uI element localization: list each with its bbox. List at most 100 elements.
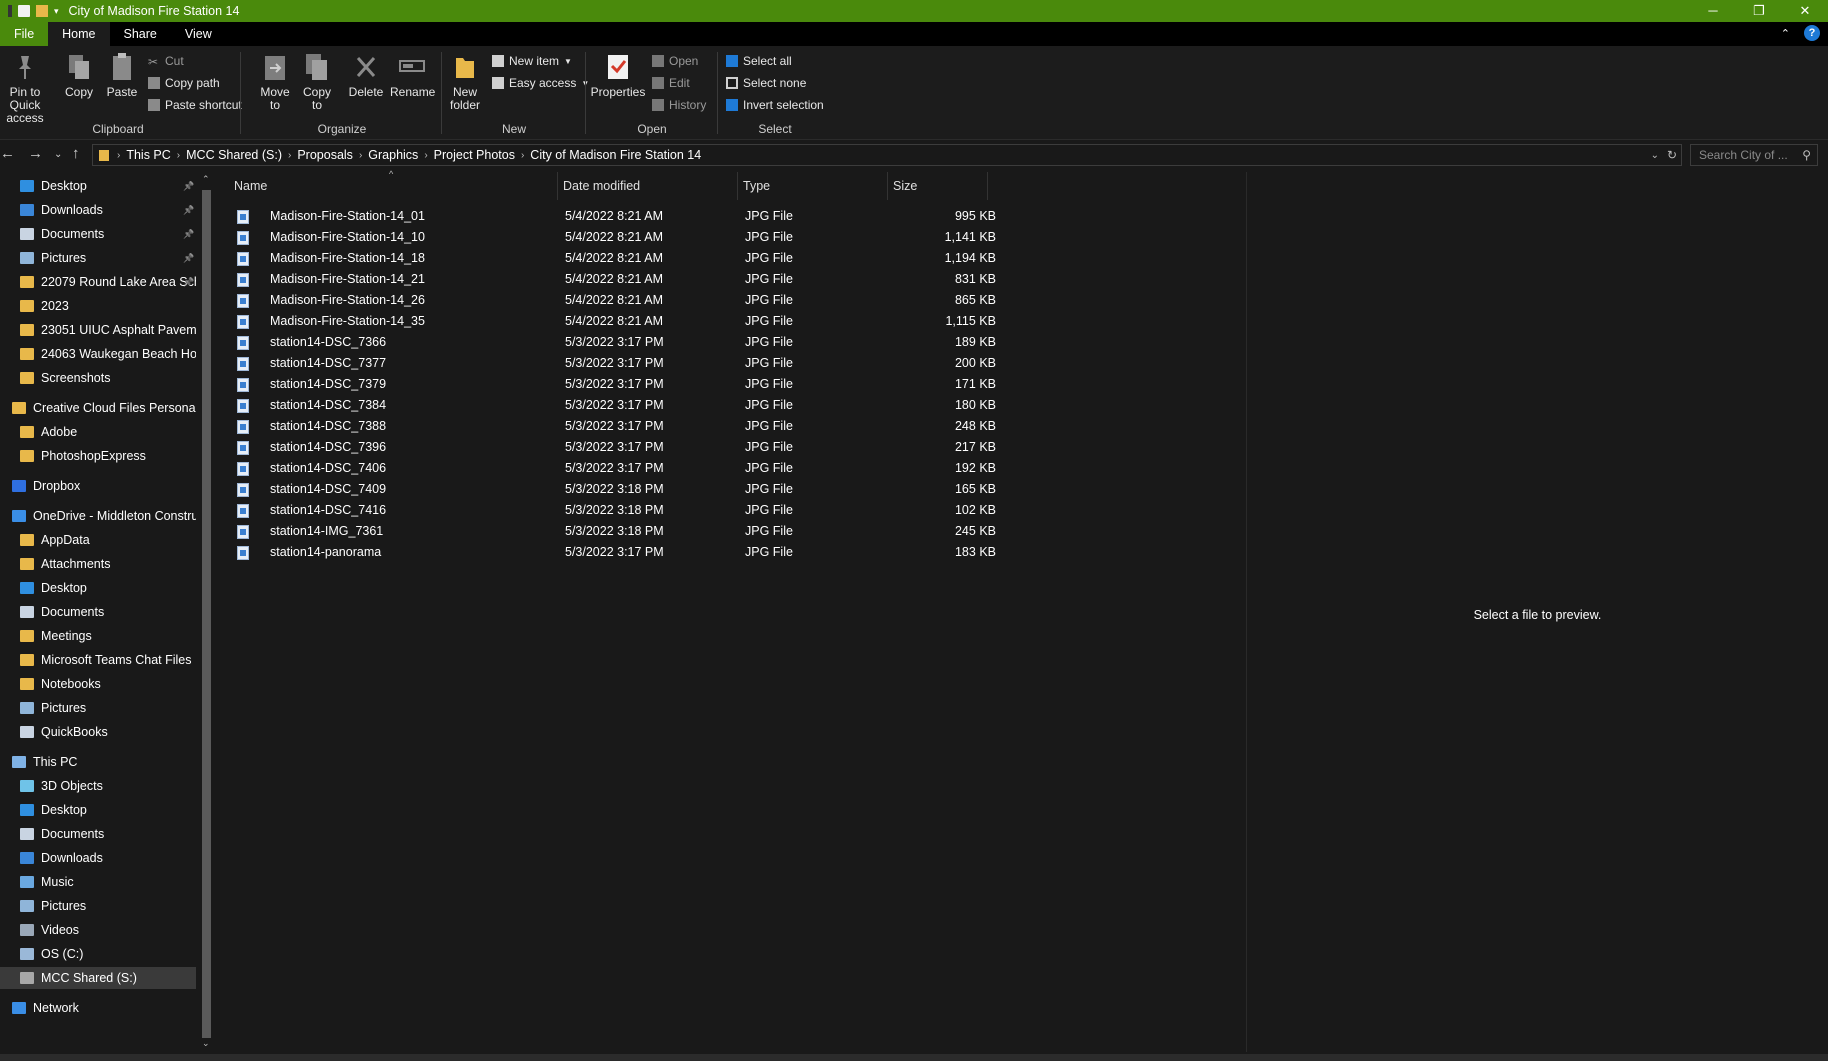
column-divider[interactable] [987, 172, 988, 200]
sidebar-item-adobe[interactable]: Adobe [0, 421, 196, 443]
back-icon[interactable]: ← [0, 145, 15, 162]
breadcrumb-proposals[interactable]: Proposals [291, 148, 359, 162]
pin-icon[interactable]: 📌 [183, 253, 194, 264]
copy-button[interactable]: Copy [64, 52, 94, 99]
column-divider[interactable] [737, 172, 738, 200]
sidebar-item-23051-uiuc-asphalt-pavement[interactable]: 23051 UIUC Asphalt Pavement [0, 319, 196, 341]
sidebar-item-pictures[interactable]: Pictures [0, 697, 196, 719]
file-row[interactable]: station14-DSC_7409 5/3/2022 3:18 PM JPG Fi… [230, 479, 1210, 500]
breadcrumb-project-photos[interactable]: Project Photos [428, 148, 521, 162]
paste-button[interactable]: Paste [105, 52, 139, 99]
column-header-type[interactable]: Type [743, 172, 770, 200]
properties-quick-icon[interactable] [18, 5, 30, 17]
select-none-button[interactable]: Select none [726, 76, 806, 90]
sidebar-item-network[interactable]: Network [0, 997, 196, 1019]
breadcrumb-mcc-shared[interactable]: MCC Shared (S:) [180, 148, 288, 162]
easy-access-button[interactable]: Easy access ▼ [492, 76, 589, 90]
file-row[interactable]: Madison-Fire-Station-14_26 5/4/2022 8:21 … [230, 290, 1210, 311]
sidebar-item-quickbooks[interactable]: QuickBooks [0, 721, 196, 743]
up-icon[interactable]: ↑ [72, 145, 80, 162]
select-all-button[interactable]: Select all [726, 54, 792, 68]
sidebar-item-desktop[interactable]: Desktop [0, 577, 196, 599]
sidebar-item-documents[interactable]: Documents [0, 601, 196, 623]
sidebar-item-downloads[interactable]: Downloads 📌 [0, 199, 196, 221]
file-row[interactable]: station14-DSC_7377 5/3/2022 3:17 PM JPG Fi… [230, 353, 1210, 374]
file-row[interactable]: station14-IMG_7361 5/3/2022 3:18 PM JPG Fi… [230, 521, 1210, 542]
sidebar-item-desktop[interactable]: Desktop 📌 [0, 175, 196, 197]
file-row[interactable]: Madison-Fire-Station-14_01 5/4/2022 8:21 … [230, 206, 1210, 227]
refresh-icon[interactable]: ↻ [1667, 148, 1677, 162]
scroll-up-icon[interactable]: ⌃ [202, 174, 210, 185]
edit-button[interactable]: Edit [652, 76, 690, 90]
sidebar-item-mcc-shared-s[interactable]: MCC Shared (S:) [0, 967, 196, 989]
tab-share[interactable]: Share [110, 22, 171, 46]
sidebar-item-2023[interactable]: 2023 [0, 295, 196, 317]
sidebar-item-appdata[interactable]: AppData [0, 529, 196, 551]
file-row[interactable]: station14-DSC_7366 5/3/2022 3:17 PM JPG Fi… [230, 332, 1210, 353]
column-header-size[interactable]: Size [893, 172, 917, 200]
address-bar[interactable]: › This PC › MCC Shared (S:) › Proposals … [92, 144, 1682, 166]
sidebar-item-os-c[interactable]: OS (C:) [0, 943, 196, 965]
tab-home[interactable]: Home [48, 22, 110, 46]
forward-icon[interactable]: → [28, 145, 43, 162]
column-divider[interactable] [887, 172, 888, 200]
file-row[interactable]: Madison-Fire-Station-14_10 5/4/2022 8:21 … [230, 227, 1210, 248]
sidebar-scrollbar[interactable]: ⌃ ⌄ [200, 172, 212, 1052]
sidebar-item-desktop[interactable]: Desktop [0, 799, 196, 821]
sidebar-item-documents[interactable]: Documents [0, 823, 196, 845]
sidebar-item-onedrive-middleton-construct[interactable]: OneDrive - Middleton Construct [0, 505, 196, 527]
move-to-button[interactable]: Move to [258, 52, 292, 112]
sidebar-item-dropbox[interactable]: Dropbox [0, 475, 196, 497]
sidebar-item-pictures[interactable]: Pictures [0, 895, 196, 917]
file-row[interactable]: Madison-Fire-Station-14_21 5/4/2022 8:21 … [230, 269, 1210, 290]
recent-locations-icon[interactable]: ⌄ [54, 149, 62, 160]
breadcrumb-current-folder[interactable]: City of Madison Fire Station 14 [524, 148, 707, 162]
tab-file[interactable]: File [0, 22, 49, 46]
sidebar-item-3d-objects[interactable]: 3D Objects [0, 775, 196, 797]
file-row[interactable]: station14-DSC_7406 5/3/2022 3:17 PM JPG Fi… [230, 458, 1210, 479]
open-button[interactable]: Open [652, 54, 698, 68]
sidebar-item-microsoft-teams-chat-files[interactable]: Microsoft Teams Chat Files [0, 649, 196, 671]
scroll-down-icon[interactable]: ⌄ [202, 1038, 210, 1049]
sidebar-item-screenshots[interactable]: Screenshots [0, 367, 196, 389]
customize-toolbar-icon[interactable]: ▾ [54, 6, 59, 17]
maximize-button[interactable]: ❐ [1736, 0, 1782, 22]
column-divider[interactable] [557, 172, 558, 200]
pin-icon[interactable]: 📌 [183, 205, 194, 216]
pin-icon[interactable]: 📌 [183, 229, 194, 240]
sidebar-item-photoshopexpress[interactable]: PhotoshopExpress [0, 445, 196, 467]
column-header-name[interactable]: Name [234, 172, 267, 200]
file-row[interactable]: station14-DSC_7384 5/3/2022 3:17 PM JPG Fi… [230, 395, 1210, 416]
address-history-icon[interactable]: ⌄ [1651, 150, 1659, 161]
file-row[interactable]: station14-DSC_7416 5/3/2022 3:18 PM JPG Fi… [230, 500, 1210, 521]
properties-button[interactable]: Properties [590, 52, 646, 99]
scroll-thumb[interactable] [202, 190, 211, 1038]
minimize-button[interactable]: ─ [1690, 0, 1736, 22]
file-row[interactable]: station14-DSC_7396 5/3/2022 3:17 PM JPG Fi… [230, 437, 1210, 458]
sidebar-item-this-pc[interactable]: This PC [0, 751, 196, 773]
delete-button[interactable]: Delete [348, 52, 384, 99]
rename-button[interactable]: Rename [390, 52, 435, 99]
sidebar-item-downloads[interactable]: Downloads [0, 847, 196, 869]
sidebar-item-music[interactable]: Music [0, 871, 196, 893]
sidebar-item-meetings[interactable]: Meetings [0, 625, 196, 647]
pin-icon[interactable]: 📌 [183, 181, 194, 192]
file-row[interactable]: station14-panorama 5/3/2022 3:17 PM JPG Fi… [230, 542, 1210, 563]
sidebar-item-pictures[interactable]: Pictures 📌 [0, 247, 196, 269]
pin-quick-access-button[interactable]: Pin to Quick access [0, 52, 56, 125]
file-row[interactable]: station14-DSC_7379 5/3/2022 3:17 PM JPG Fi… [230, 374, 1210, 395]
help-icon[interactable]: ? [1804, 25, 1820, 41]
file-row[interactable]: station14-DSC_7388 5/3/2022 3:17 PM JPG Fi… [230, 416, 1210, 437]
sidebar-item-documents[interactable]: Documents 📌 [0, 223, 196, 245]
sidebar-item-creative-cloud-files-personal-a[interactable]: Creative Cloud Files Personal A [0, 397, 196, 419]
copy-to-button[interactable]: Copy to [300, 52, 334, 112]
pin-icon[interactable]: 📌 [183, 277, 194, 288]
sidebar-item-22079-round-lake-area-sch[interactable]: 22079 Round Lake Area Sch 📌 [0, 271, 196, 293]
breadcrumb-this-pc[interactable]: This PC [120, 148, 176, 162]
cut-button[interactable]: ✂ Cut [148, 54, 184, 69]
search-input[interactable]: Search City of ... ⚲ [1690, 144, 1818, 166]
copy-path-button[interactable]: Copy path [148, 76, 220, 90]
sidebar-item-24063-waukegan-beach-house[interactable]: 24063 Waukegan Beach House [0, 343, 196, 365]
sidebar-item-notebooks[interactable]: Notebooks [0, 673, 196, 695]
sidebar-item-videos[interactable]: Videos [0, 919, 196, 941]
